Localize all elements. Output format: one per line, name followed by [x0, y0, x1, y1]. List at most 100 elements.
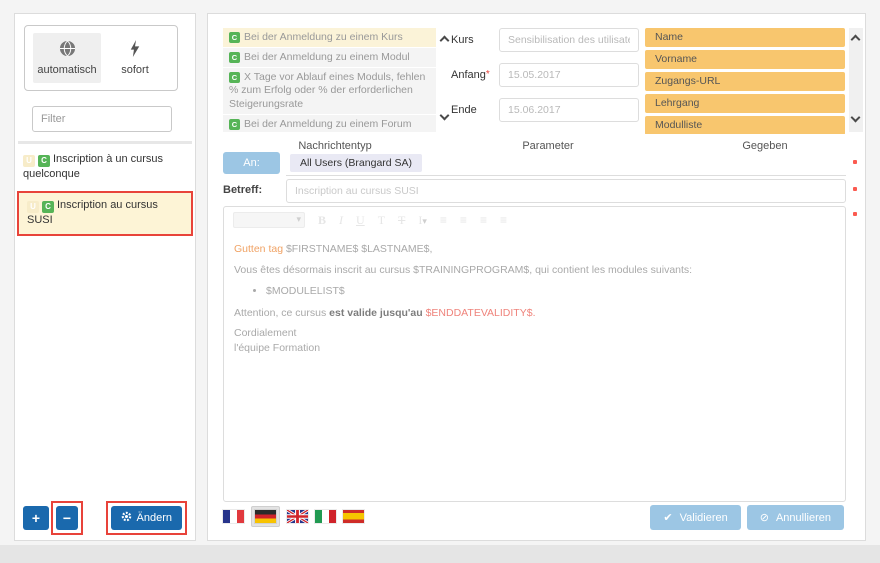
recipient-button[interactable]: An: — [223, 152, 280, 174]
required-marker-dot — [853, 212, 857, 216]
france-flag-icon — [223, 510, 244, 523]
validate-label: Validieren — [680, 512, 728, 524]
cancel-icon: ⊘ — [760, 511, 769, 524]
required-marker-dot — [853, 187, 857, 191]
align-left-icon[interactable]: ≡ — [440, 213, 447, 227]
language-spanish[interactable] — [343, 510, 364, 523]
user-badge: U — [27, 201, 39, 213]
bold-button[interactable]: B — [318, 213, 326, 228]
warning-line: Attention, ce cursus est valide jusqu'au… — [234, 306, 835, 321]
scrollbar[interactable] — [849, 28, 863, 132]
language-italian[interactable] — [315, 510, 336, 523]
add-button[interactable]: + — [23, 506, 49, 530]
list-item-cursus-quelconque[interactable]: UCInscription à un cursus quelconque — [15, 147, 195, 188]
anfang-label: Anfang* — [451, 69, 490, 81]
param-chip-modulliste[interactable]: Modulliste — [645, 116, 845, 134]
underline-button[interactable]: U — [356, 213, 365, 228]
subject-label: Betreff: — [223, 184, 262, 196]
mode-sofort[interactable]: sofort — [101, 33, 169, 83]
spain-flag-icon — [343, 510, 364, 523]
validate-button[interactable]: ✔ Validieren — [650, 505, 740, 530]
ende-label: Ende — [451, 104, 477, 116]
chevron-down-icon: ▾ — [422, 216, 427, 226]
course-badge: C — [42, 201, 54, 213]
list-icon[interactable]: ≡ — [500, 213, 507, 227]
annotation-box-change: Ändern — [106, 501, 187, 535]
kurs-label: Kurs — [451, 34, 474, 46]
type-item[interactable]: C Bei der Anmeldung zu einem Kurs — [223, 28, 436, 47]
change-button[interactable]: Ändern — [111, 506, 182, 530]
chevron-down-icon[interactable] — [851, 113, 861, 123]
type-item[interactable]: C Bei der Anmeldung zu einem Modul — [223, 48, 436, 67]
filter-input[interactable] — [32, 106, 172, 132]
mode-label: sofort — [121, 64, 149, 76]
type-item-label: Bei der Anmeldung zu einem Forum — [244, 118, 412, 130]
change-button-label: Ändern — [137, 512, 172, 524]
align-right-icon[interactable]: ≡ — [480, 213, 487, 227]
sidebar-actions: + − Ändern — [23, 501, 187, 535]
text-color-button[interactable]: I▾ — [418, 213, 427, 228]
remove-button[interactable]: − — [56, 506, 78, 530]
mode-label: automatisch — [37, 64, 96, 76]
notification-type-list: CBei der Anmeldung zu einem Kurs CBei de… — [223, 28, 451, 132]
font-select[interactable]: ▾ — [233, 212, 305, 228]
check-icon: ✔ — [663, 511, 672, 524]
body-paragraph: Vous êtes désormais inscrit au cursus $T… — [234, 263, 835, 278]
lightning-icon — [129, 40, 141, 60]
param-chip-zugangs-url[interactable]: Zugangs-URL — [645, 72, 845, 91]
anfang-input[interactable] — [499, 63, 639, 87]
greeting-line: Gutten tag $FIRSTNAME$ $LASTNAME$, — [234, 242, 835, 257]
language-switcher — [223, 506, 364, 527]
required-asterisk: * — [486, 69, 490, 80]
course-badge: C — [38, 155, 50, 167]
mode-automatisch[interactable]: automatisch — [33, 33, 101, 83]
course-badge: C — [229, 72, 240, 83]
type-item[interactable]: CX Tage vor Ablauf eines Moduls, fehlen … — [223, 68, 436, 113]
kurs-input[interactable] — [499, 28, 639, 52]
cancel-label: Annullieren — [776, 512, 831, 524]
main-panel: CBei der Anmeldung zu einem Kurs CBei de… — [207, 13, 866, 541]
ende-input[interactable] — [499, 98, 639, 122]
course-badge: C — [229, 32, 240, 43]
language-french[interactable] — [223, 510, 244, 523]
message-body[interactable]: Gutten tag $FIRSTNAME$ $LASTNAME$, Vous … — [224, 233, 845, 371]
italic-button[interactable]: I — [339, 213, 343, 228]
chevron-down-icon[interactable] — [440, 111, 450, 121]
cancel-button[interactable]: ⊘ Annullieren — [747, 505, 844, 530]
chevron-up-icon[interactable] — [440, 36, 450, 46]
language-english[interactable] — [287, 510, 308, 523]
module-list: $MODULELIST$ — [234, 284, 835, 300]
signature: Cordialementl'équipe Formation — [234, 326, 835, 356]
uk-flag-icon — [287, 510, 308, 523]
font-size-button[interactable]: T — [378, 213, 385, 228]
type-item-label: Bei der Anmeldung zu einem Kurs — [244, 31, 403, 43]
chevron-up-icon[interactable] — [851, 35, 861, 45]
required-marker-dot — [853, 160, 857, 164]
germany-flag-icon — [255, 510, 276, 523]
chevron-down-icon: ▾ — [296, 214, 301, 225]
align-center-icon[interactable]: ≡ — [460, 213, 467, 227]
annotation-box-selected-item: UCInscription au cursus SUSI — [17, 191, 193, 236]
gear-icon — [121, 511, 132, 525]
divider — [18, 141, 192, 144]
editor-toolbar: ▾ B I U T T I▾ ≡ ≡ ≡ ≡ — [224, 207, 845, 233]
message-editor: ▾ B I U T T I▾ ≡ ≡ ≡ ≡ Gutten tag $FIRST… — [223, 206, 846, 502]
strikethrough-button[interactable]: T — [398, 213, 405, 228]
recipient-chip[interactable]: All Users (Brangard SA) — [290, 154, 422, 172]
type-item[interactable]: CBei der Anmeldung zu einem Forum — [223, 115, 436, 132]
user-badge: U — [23, 155, 35, 167]
recipient-field[interactable]: All Users (Brangard SA) — [286, 150, 846, 176]
mode-toggle: automatisch sofort — [24, 25, 178, 91]
list-item-cursus-susi[interactable]: UCInscription au cursus SUSI — [19, 193, 191, 234]
param-chip-name[interactable]: Name — [645, 28, 845, 47]
module-list-item: $MODULELIST$ — [266, 284, 835, 300]
italy-flag-icon — [315, 510, 336, 523]
language-german[interactable] — [251, 506, 280, 527]
param-chip-vorname[interactable]: Vorname — [645, 50, 845, 69]
param-chip-lehrgang[interactable]: Lehrgang — [645, 94, 845, 113]
globe-icon — [59, 40, 76, 60]
sidebar-panel: automatisch sofort UCInscription à un cu… — [14, 13, 196, 541]
type-item-label: Bei der Anmeldung zu einem Modul — [244, 51, 410, 63]
course-badge: C — [229, 52, 240, 63]
subject-input[interactable] — [286, 179, 846, 203]
